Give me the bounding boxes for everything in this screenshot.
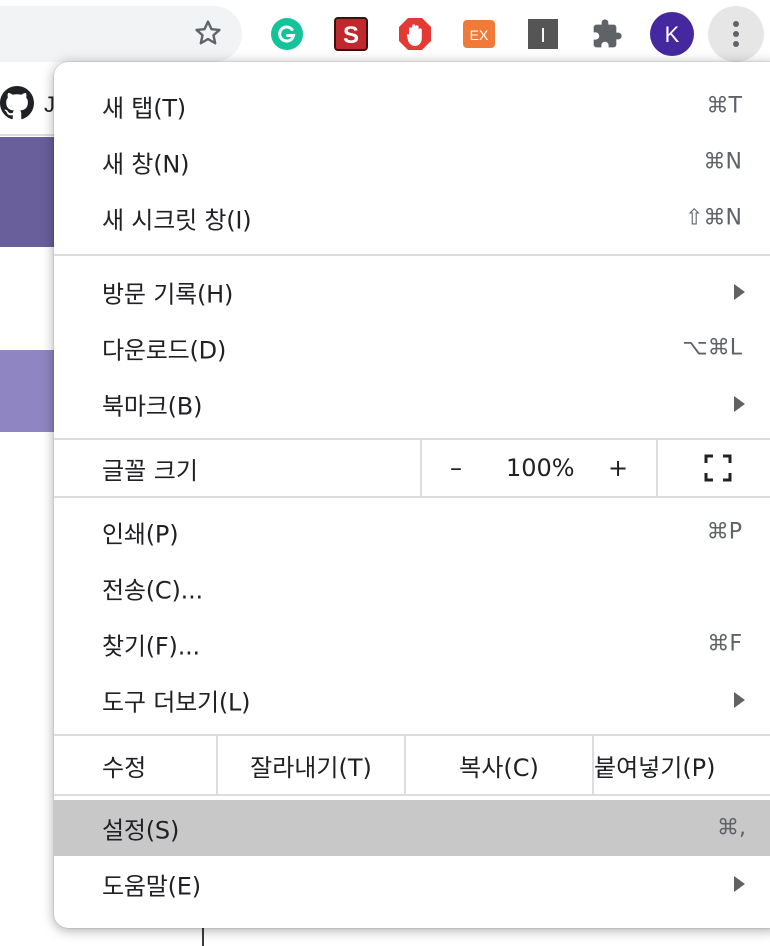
zoom-level: 100% <box>506 454 575 482</box>
menu-item-label: 전송(C)... <box>102 576 203 605</box>
chrome-menu-button[interactable] <box>708 6 764 62</box>
menu-item-shortcut: ⌘T <box>706 93 742 119</box>
menu-item-shortcut: ⌥⌘L <box>682 335 742 361</box>
menu-item-help[interactable]: 도움말(E) <box>54 856 770 912</box>
s-extension-letter: S <box>343 22 359 49</box>
submenu-arrow-icon <box>734 284 745 300</box>
menu-item-shortcut: ⌘P <box>706 519 742 545</box>
submenu-arrow-icon <box>734 692 745 708</box>
bookmark-star-icon[interactable] <box>192 17 224 49</box>
chrome-main-menu: 새 탭(T) ⌘T 새 창(N) ⌘N 새 시크릿 창(I) ⇧⌘N 방문 기록… <box>54 62 770 928</box>
menu-item-label: 찾기(F)... <box>102 632 200 661</box>
menu-item-shortcut: ⌘N <box>703 149 742 175</box>
i-extension-icon[interactable]: I <box>526 17 560 51</box>
browser-toolbar: S EX I K <box>0 0 770 66</box>
adblock-extension-icon[interactable] <box>398 17 432 51</box>
menu-item-find[interactable]: 찾기(F)... ⌘F <box>54 616 770 672</box>
menu-item-shortcut: ⌘F <box>707 631 742 657</box>
menu-item-downloads[interactable]: 다운로드(D) ⌥⌘L <box>54 320 770 376</box>
menu-separator <box>54 496 770 498</box>
menu-item-settings[interactable]: 설정(S) ⌘, <box>54 800 770 856</box>
page-banner-dark <box>0 137 60 247</box>
zoom-divider <box>656 440 658 496</box>
menu-item-shortcut: ⇧⌘N <box>685 205 742 231</box>
menu-item-new-window[interactable]: 새 창(N) ⌘N <box>54 134 770 190</box>
menu-item-label: 북마크(B) <box>102 392 203 421</box>
edit-label: 수정 <box>102 753 147 782</box>
menu-item-print[interactable]: 인쇄(P) ⌘P <box>54 504 770 560</box>
menu-item-label: 도움말(E) <box>102 872 201 901</box>
menu-item-label: 방문 기록(H) <box>102 280 234 309</box>
page-vertical-line <box>202 925 204 946</box>
page-banner-light <box>0 350 60 432</box>
menu-item-cast[interactable]: 전송(C)... <box>54 560 770 616</box>
ex-extension-icon[interactable]: EX <box>462 17 496 51</box>
more-vert-icon <box>733 21 739 47</box>
s-extension-icon[interactable]: S <box>334 17 368 51</box>
menu-item-label: 다운로드(D) <box>102 336 227 365</box>
zoom-out-button[interactable]: – <box>450 454 462 482</box>
menu-item-label: 새 창(N) <box>102 150 190 179</box>
menu-item-new-tab[interactable]: 새 탭(T) ⌘T <box>54 78 770 134</box>
menu-item-shortcut: ⌘, <box>717 815 746 841</box>
zoom-in-button[interactable]: + <box>608 454 628 482</box>
cut-button[interactable]: 잘라내기(T) <box>218 736 404 794</box>
menu-item-label: 도구 더보기(L) <box>102 688 251 717</box>
menu-item-more-tools[interactable]: 도구 더보기(L) <box>54 672 770 728</box>
grammarly-extension-icon[interactable] <box>270 17 304 51</box>
menu-item-history[interactable]: 방문 기록(H) <box>54 264 770 320</box>
menu-item-label: 인쇄(P) <box>102 520 179 549</box>
github-icon[interactable] <box>0 86 34 120</box>
ex-extension-label: EX <box>470 27 489 43</box>
menu-item-bookmarks[interactable]: 북마크(B) <box>54 376 770 432</box>
submenu-arrow-icon <box>734 396 745 412</box>
zoom-label: 글꼴 크기 <box>102 456 198 485</box>
submenu-arrow-icon <box>734 876 745 892</box>
menu-separator <box>54 794 770 796</box>
menu-item-new-incognito-window[interactable]: 새 시크릿 창(I) ⇧⌘N <box>54 190 770 246</box>
menu-item-label: 설정(S) <box>102 816 180 845</box>
copy-button[interactable]: 복사(C) <box>406 736 592 794</box>
fullscreen-icon[interactable] <box>704 454 732 482</box>
paste-button[interactable]: 붙여넣기(P) <box>594 736 770 794</box>
page-divider <box>0 134 60 136</box>
avatar-letter: K <box>665 22 680 47</box>
menu-item-label: 새 시크릿 창(I) <box>102 206 252 235</box>
profile-avatar[interactable]: K <box>650 12 694 56</box>
zoom-divider <box>420 440 422 496</box>
menu-item-label: 새 탭(T) <box>102 94 186 123</box>
puzzle-extensions-icon[interactable] <box>590 17 624 51</box>
i-extension-letter: I <box>540 25 546 47</box>
menu-separator <box>54 254 770 256</box>
